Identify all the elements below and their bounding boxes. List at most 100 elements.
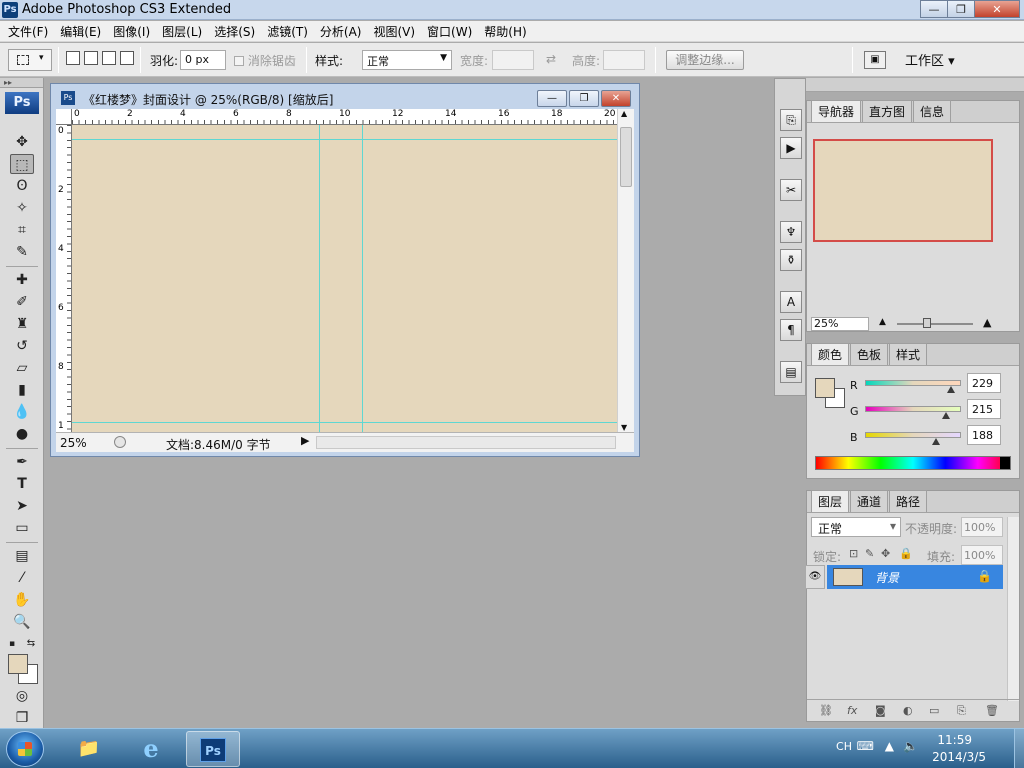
layer-row[interactable]: 背景 🔒 — [827, 565, 1003, 589]
file-explorer-icon[interactable]: 📁 — [62, 731, 116, 767]
tool-presets-icon[interactable]: ✂ — [780, 179, 802, 201]
show-hidden-icons[interactable]: ▲ — [885, 739, 894, 753]
height-input[interactable] — [603, 50, 645, 70]
layers-scrollbar[interactable] — [1007, 517, 1019, 701]
guide-line-horizontal[interactable] — [72, 422, 617, 423]
vertical-ruler[interactable]: 0 2 4 6 8 1 — [56, 125, 72, 432]
channel-b-slider[interactable] — [865, 432, 961, 438]
screen-mode-icon[interactable]: ❐ — [10, 708, 34, 728]
dodge-tool-icon[interactable]: ● — [10, 424, 34, 444]
layer-style-icon[interactable]: fx — [847, 704, 857, 717]
marquee-tool-icon[interactable]: ⬚ — [10, 154, 34, 174]
feather-input[interactable]: 0 px — [180, 50, 226, 70]
tab-channels[interactable]: 通道 — [850, 490, 889, 512]
lock-image-icon[interactable]: ✎ — [865, 547, 874, 560]
minimize-button[interactable]: — — [920, 0, 948, 18]
status-menu-arrow-icon[interactable]: ▶ — [301, 434, 309, 447]
history-brush-tool-icon[interactable]: ↺ — [10, 336, 34, 356]
layer-mask-icon[interactable]: ◙ — [875, 704, 886, 717]
tools-grip[interactable]: ▸▸ — [0, 78, 43, 88]
tab-color[interactable]: 颜色 — [811, 343, 850, 365]
channel-b-handle[interactable] — [932, 438, 940, 445]
channel-r-handle[interactable] — [947, 386, 955, 393]
adjustment-layer-icon[interactable]: ◐ — [903, 704, 913, 717]
hand-tool-icon[interactable]: ✋ — [10, 590, 34, 610]
eraser-tool-icon[interactable]: ▱ — [10, 358, 34, 378]
keyboard-icon[interactable]: ⌨ — [857, 739, 874, 753]
add-to-selection-icon[interactable] — [84, 51, 98, 65]
scroll-thumb[interactable] — [620, 127, 632, 187]
menu-help[interactable]: 帮助(H) — [478, 23, 532, 40]
menu-filter[interactable]: 滤镜(T) — [261, 23, 314, 40]
zoom-slider-handle[interactable] — [923, 318, 931, 328]
shape-tool-icon[interactable]: ▭ — [10, 518, 34, 538]
horizontal-ruler[interactable]: 0 2 4 6 8 10 12 14 16 18 20 — [72, 109, 617, 125]
navigator-preview[interactable] — [813, 139, 993, 242]
menu-edit[interactable]: 编辑(E) — [54, 23, 107, 40]
character-panel-icon[interactable]: A — [780, 291, 802, 313]
delete-layer-icon[interactable]: 🗑 — [985, 704, 999, 717]
history-panel-icon[interactable]: ⎘ — [780, 109, 802, 131]
status-info-icon[interactable] — [114, 436, 126, 448]
start-button[interactable] — [6, 731, 44, 767]
layer-visibility-eye-icon[interactable]: 👁 — [805, 565, 825, 589]
path-selection-tool-icon[interactable]: ➤ — [10, 496, 34, 516]
menu-view[interactable]: 视图(V) — [367, 23, 421, 40]
ruler-origin[interactable] — [56, 109, 72, 125]
refine-edge-button[interactable]: 调整边缘... — [666, 50, 744, 70]
panel-dock-grip[interactable] — [806, 78, 1024, 92]
intersect-selection-icon[interactable] — [120, 51, 134, 65]
crop-tool-icon[interactable]: ⌗ — [10, 220, 34, 240]
swap-icon[interactable]: ⇄ — [546, 52, 556, 66]
tab-paths[interactable]: 路径 — [889, 490, 928, 512]
lock-transparent-icon[interactable]: ⊡ — [849, 547, 858, 560]
quick-mask-icon[interactable]: ◎ — [10, 686, 34, 706]
foreground-color-swatch[interactable] — [8, 654, 28, 674]
clone-source-icon[interactable]: ⚱ — [780, 249, 802, 271]
tab-info[interactable]: 信息 — [913, 100, 952, 122]
slice-tool-icon[interactable]: ✎ — [10, 242, 34, 262]
brushes-panel-icon[interactable]: ♆ — [780, 221, 802, 243]
show-desktop-button[interactable] — [1014, 729, 1024, 768]
gradient-tool-icon[interactable]: ▮ — [10, 380, 34, 400]
subtract-selection-icon[interactable] — [102, 51, 116, 65]
default-colors-icon[interactable]: ▪ — [6, 634, 18, 654]
channel-r-input[interactable]: 229 — [967, 373, 1001, 393]
width-input[interactable] — [492, 50, 534, 70]
magic-wand-tool-icon[interactable]: ✧ — [10, 198, 34, 218]
menu-layer[interactable]: 图层(L) — [156, 23, 208, 40]
move-tool-icon[interactable]: ✥ — [10, 132, 34, 152]
channel-g-handle[interactable] — [942, 412, 950, 419]
menu-file[interactable]: 文件(F) — [2, 23, 54, 40]
tab-histogram[interactable]: 直方图 — [862, 100, 913, 122]
menu-window[interactable]: 窗口(W) — [421, 23, 478, 40]
healing-brush-tool-icon[interactable]: ✚ — [10, 270, 34, 290]
tool-preset-picker[interactable]: ▾ — [8, 49, 52, 71]
guide-line-horizontal[interactable] — [72, 139, 617, 140]
eyedropper-tool-icon[interactable]: ⁄ — [10, 568, 34, 588]
scroll-down-icon[interactable]: ▼ — [621, 423, 627, 432]
clock-time[interactable]: 11:59 — [937, 733, 972, 747]
navigator-zoom-slider[interactable] — [897, 323, 973, 325]
fill-input[interactable]: 100% — [961, 545, 1003, 565]
guide-line-vertical[interactable] — [362, 125, 363, 432]
clock-date[interactable]: 2014/3/5 — [932, 750, 986, 764]
doc-maximize-button[interactable]: ❐ — [569, 90, 599, 107]
notes-tool-icon[interactable]: ▤ — [10, 546, 34, 566]
opacity-input[interactable]: 100% — [961, 517, 1003, 537]
link-layers-icon[interactable]: ⛓ — [819, 704, 833, 717]
lasso-tool-icon[interactable]: ʘ — [10, 176, 34, 196]
blur-tool-icon[interactable]: 💧 — [10, 402, 34, 422]
bridge-icon[interactable]: ▣ — [864, 51, 886, 69]
doc-minimize-button[interactable]: — — [537, 90, 567, 107]
black-white-ramp[interactable] — [1000, 457, 1010, 469]
photoshop-taskbar-item[interactable]: Ps — [186, 731, 240, 767]
type-tool-icon[interactable]: T — [10, 474, 34, 494]
volume-icon[interactable]: 🔈 — [903, 739, 918, 753]
tab-swatches[interactable]: 色板 — [850, 343, 889, 365]
antialias-checkbox[interactable]: 消除锯齿 — [234, 52, 296, 69]
new-layer-icon[interactable]: ⎘ — [957, 704, 966, 718]
style-select[interactable]: 正常 ▼ — [362, 50, 452, 70]
close-button[interactable]: ✕ — [974, 0, 1020, 18]
menu-image[interactable]: 图像(I) — [107, 23, 156, 40]
